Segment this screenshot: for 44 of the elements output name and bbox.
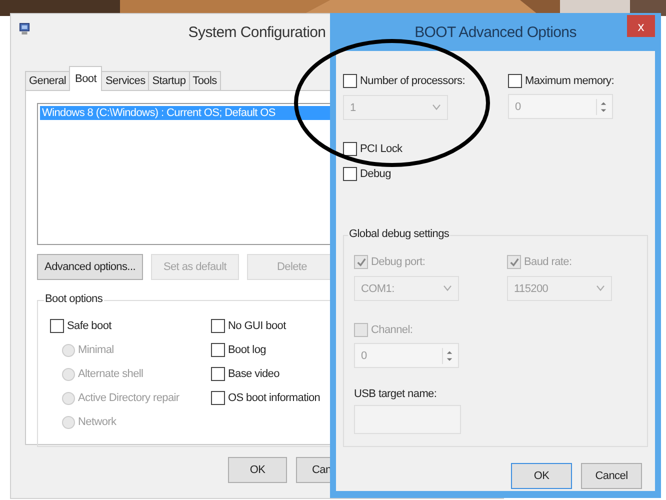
chevron-down-icon — [596, 285, 605, 292]
chevron-down-icon — [443, 285, 452, 292]
checkbox[interactable] — [211, 367, 225, 381]
checkbox[interactable] — [211, 319, 225, 333]
checkbox[interactable] — [343, 74, 357, 88]
group-title: Global debug settings — [348, 228, 450, 240]
group-title: Boot options — [44, 293, 104, 305]
checkbox[interactable] — [343, 167, 357, 181]
tab[interactable]: General — [25, 71, 70, 90]
checkbox-label: Maximum memory: — [525, 75, 614, 87]
computer-icon — [19, 22, 30, 36]
chevron-down-icon — [432, 104, 441, 111]
checkbox[interactable] — [50, 319, 64, 333]
tab[interactable]: Boot — [69, 66, 102, 91]
radio-label: Active Directory repair — [78, 392, 180, 404]
checkbox-label: No GUI boot — [228, 320, 286, 332]
checkbox-label: Baud rate: — [524, 256, 572, 268]
dialog-title: BOOT Advanced Options — [414, 24, 576, 40]
checkbox[interactable] — [343, 142, 357, 156]
checkbox-label: Channel: — [371, 324, 413, 336]
tab[interactable]: Services — [101, 71, 150, 90]
checkbox-label: Boot log — [228, 344, 266, 356]
button[interactable]: OK — [511, 463, 572, 489]
button[interactable]: OK — [228, 457, 287, 483]
tab[interactable]: Tools — [188, 71, 221, 90]
checkbox[interactable] — [211, 343, 225, 357]
checkbox-label: Debug — [360, 168, 391, 180]
checkbox[interactable] — [211, 391, 225, 405]
field-label: USB target name: — [354, 388, 437, 400]
window-title: System Configuration — [188, 24, 326, 40]
button[interactable]: Advanced options... — [37, 254, 143, 280]
checkbox[interactable] — [508, 74, 522, 88]
checkbox-label: PCI Lock — [360, 143, 402, 155]
checkbox-label: Safe boot — [67, 320, 112, 332]
checkbox-label: Base video — [228, 368, 280, 380]
tab[interactable]: Startup — [148, 71, 190, 90]
checkbox-label: Number of processors: — [360, 75, 465, 87]
radio-label: Network — [78, 416, 116, 428]
button[interactable]: Cancel — [581, 463, 642, 489]
radio-label: Minimal — [78, 344, 114, 356]
close-button[interactable]: x — [627, 15, 655, 37]
checkbox-label: Debug port: — [371, 256, 426, 268]
checkbox-label: OS boot information — [228, 392, 320, 404]
radio-label: Alternate shell — [78, 368, 144, 380]
